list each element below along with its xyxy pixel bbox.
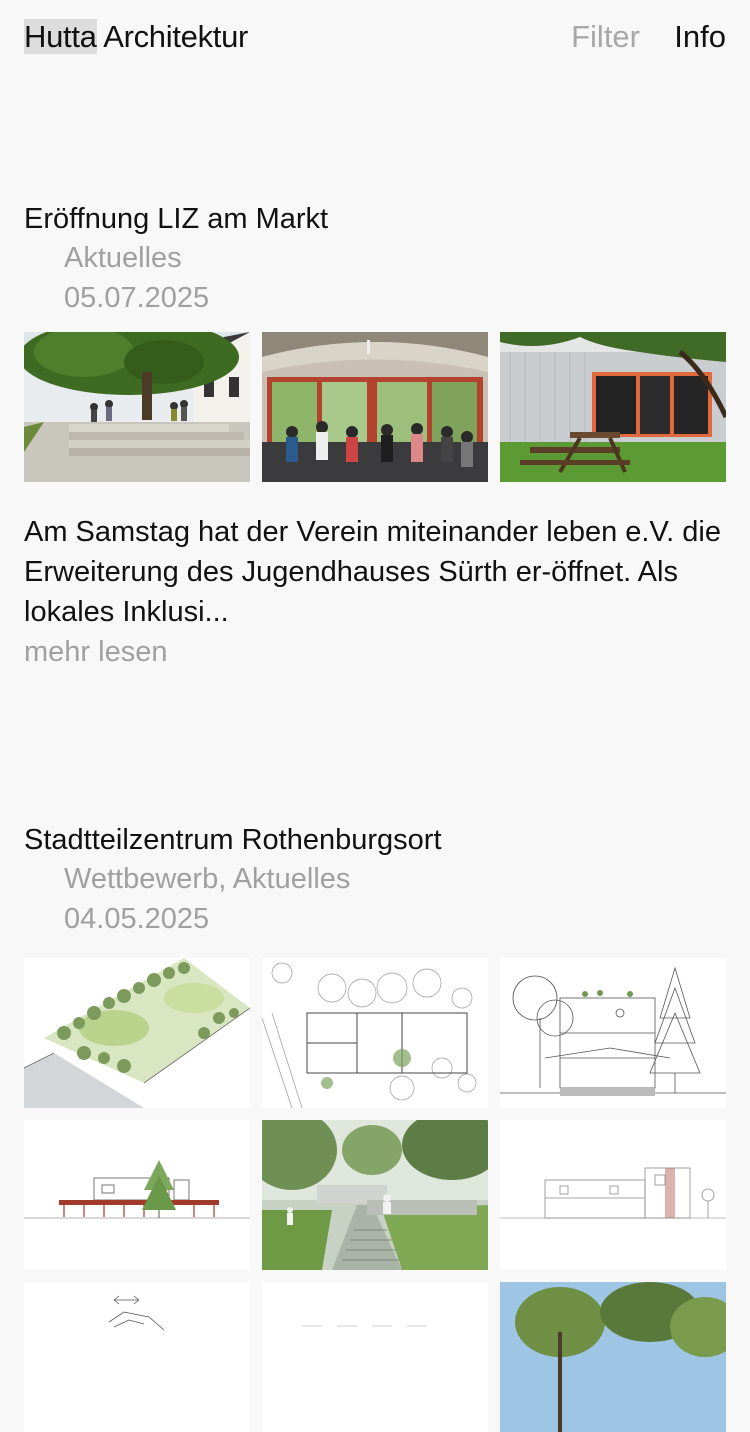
- post-item: Eröffnung LIZ am Markt Aktuelles 05.07.2…: [24, 200, 726, 672]
- thumbnail-photo[interactable]: [262, 332, 488, 482]
- filter-link[interactable]: Filter: [571, 18, 640, 56]
- post-gallery: [24, 958, 726, 1432]
- thumbnail-drawing[interactable]: [262, 1120, 488, 1270]
- thumbnail-photo[interactable]: [500, 332, 726, 482]
- drawing-site-plan-axonometric: [24, 958, 250, 1108]
- drawing-section-trees: [500, 958, 726, 1108]
- drawing-section-building: [500, 1120, 726, 1270]
- post-excerpt: Am Samstag hat der Verein miteinander le…: [24, 516, 721, 628]
- drawing-plan-faint: [262, 1282, 488, 1432]
- post-date: 05.07.2025: [64, 282, 210, 314]
- post-title[interactable]: Stadtteilzentrum Rothenburgsort: [24, 821, 726, 859]
- thumbnail-drawing[interactable]: [500, 1282, 726, 1432]
- thumbnail-drawing[interactable]: [500, 1120, 726, 1270]
- post-category: Aktuelles: [64, 242, 182, 274]
- photo-interior-vaulted-hall-crowd: [262, 332, 488, 482]
- read-more-link[interactable]: mehr lesen: [24, 632, 726, 672]
- thumbnail-drawing[interactable]: [24, 1120, 250, 1270]
- render-garden-path: [262, 1120, 488, 1270]
- info-link[interactable]: Info: [674, 18, 726, 56]
- post-date: 04.05.2025: [64, 903, 210, 935]
- photo-tree-courtyard-steps: [24, 332, 250, 482]
- post-gallery: [24, 332, 726, 482]
- thumbnail-photo[interactable]: [24, 332, 250, 482]
- post-category: Wettbewerb, Aktuelles: [64, 863, 351, 895]
- brand-logo[interactable]: Hutta Architektur: [24, 18, 248, 56]
- render-trees-sky: [500, 1282, 726, 1432]
- drawing-floor-plan: [262, 958, 488, 1108]
- thumbnail-drawing[interactable]: [24, 958, 250, 1108]
- drawing-elevation: [24, 1120, 250, 1270]
- site-header: Hutta Architektur Filter Info: [0, 0, 750, 80]
- thumbnail-drawing[interactable]: [24, 1282, 250, 1432]
- post-item: Stadtteilzentrum Rothenburgsort Wettbewe…: [24, 821, 726, 1432]
- thumbnail-drawing[interactable]: [262, 958, 488, 1108]
- thumbnail-drawing[interactable]: [500, 958, 726, 1108]
- brand-second-word: Architektur: [96, 19, 249, 54]
- thumbnail-drawing[interactable]: [262, 1282, 488, 1432]
- drawing-sketch: [24, 1282, 250, 1432]
- post-title[interactable]: Eröffnung LIZ am Markt: [24, 200, 726, 238]
- photo-facade-picnic-table: [500, 332, 726, 482]
- brand-first-word: Hutta: [24, 19, 97, 54]
